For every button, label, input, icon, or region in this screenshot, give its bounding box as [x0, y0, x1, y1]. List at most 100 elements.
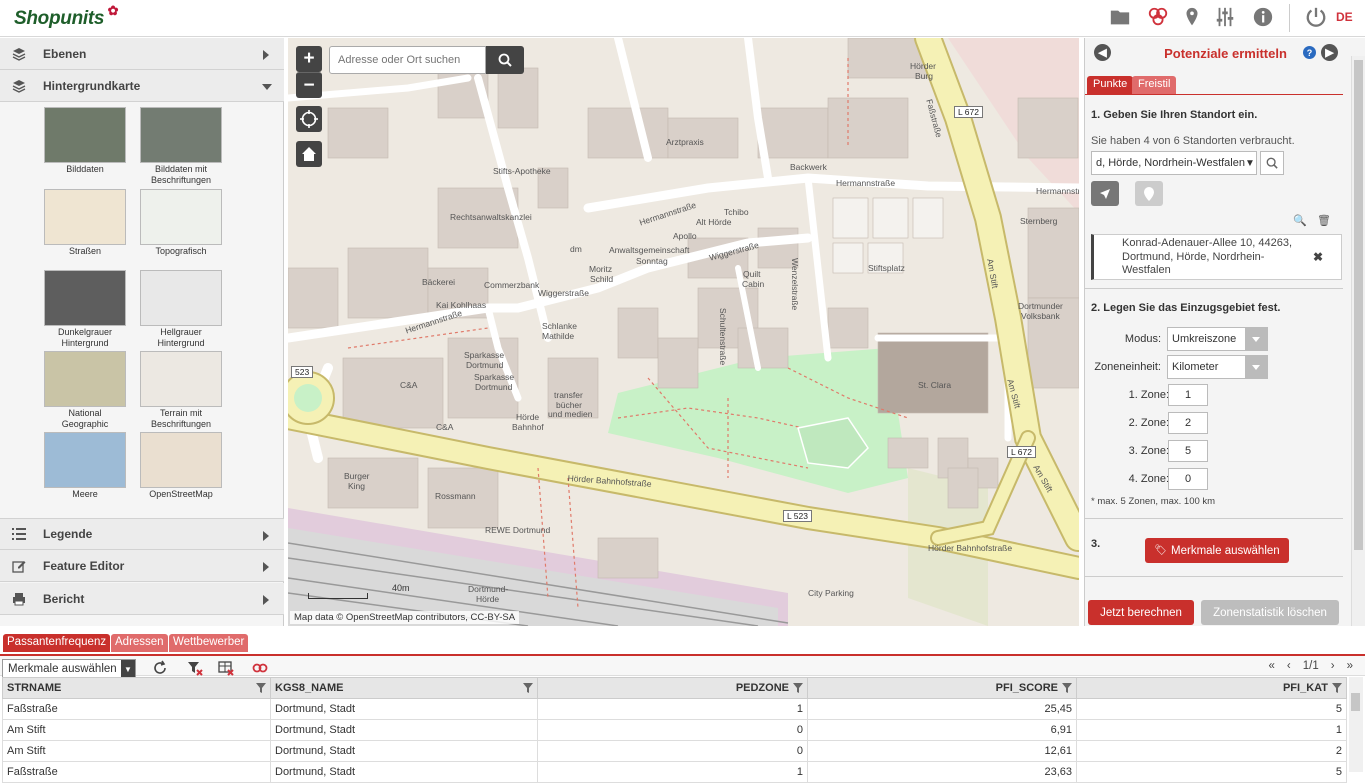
- zoneneinheit-select[interactable]: Kilometer: [1167, 355, 1268, 379]
- tag-icon: 🏷: [1154, 545, 1168, 556]
- tab-wettbewerber[interactable]: Wettbewerber: [169, 634, 249, 652]
- map-label: C&A: [400, 380, 418, 390]
- filter-icon[interactable]: [793, 683, 803, 693]
- info-icon[interactable]: [1250, 4, 1276, 30]
- help-icon[interactable]: ?: [1303, 46, 1316, 59]
- tab-passantenfrequenz[interactable]: Passantenfrequenz: [3, 634, 111, 652]
- refresh-icon[interactable]: [153, 660, 169, 676]
- filter-icon[interactable]: [256, 683, 266, 693]
- accordion-hintergrundkarte[interactable]: Hintergrundkarte: [0, 70, 284, 102]
- zone-input[interactable]: 2: [1168, 412, 1208, 434]
- forward-arrow-icon[interactable]: ▶: [1321, 44, 1338, 61]
- zoom-out-button[interactable]: −: [296, 72, 322, 98]
- accordion-hintergrundkarte-label: Hintergrundkarte: [43, 78, 141, 93]
- table-cell: Am Stift: [2, 719, 271, 741]
- first-page-icon[interactable]: «: [1269, 660, 1275, 672]
- power-icon[interactable]: [1303, 4, 1329, 30]
- column-header[interactable]: PEDZONE: [537, 677, 808, 699]
- filter-icon[interactable]: [1332, 683, 1342, 693]
- zoneneinheit-value: Kilometer: [1172, 361, 1219, 373]
- accordion-ebenen[interactable]: Ebenen: [0, 38, 284, 70]
- map-label: Quilt: [743, 269, 761, 279]
- basemap-option[interactable]: Topografisch: [140, 189, 222, 257]
- table-cell: 12,61: [807, 740, 1077, 762]
- basemap-option[interactable]: Hellgrauer Hintergrund: [140, 270, 222, 348]
- map-label: Apollo: [673, 231, 697, 241]
- map-label: Wenzelstraße: [790, 258, 800, 311]
- locate-button[interactable]: [296, 106, 322, 132]
- table-scrollbar[interactable]: [1349, 677, 1363, 772]
- zone-input[interactable]: 0: [1168, 468, 1208, 490]
- basemap-option[interactable]: Meere: [44, 432, 126, 500]
- trash-icon[interactable]: 🗑: [1317, 214, 1331, 227]
- map-label: 523: [291, 366, 314, 378]
- map-label: Rechtsanwaltskanzlei: [450, 212, 532, 222]
- basemap-option[interactable]: Straßen: [44, 189, 126, 257]
- basemap-option[interactable]: Bilddaten: [44, 107, 126, 175]
- zoom-in-button[interactable]: +: [296, 46, 322, 72]
- zoom-to-icon[interactable]: 🔍: [1293, 214, 1307, 227]
- right-panel-scrollbar[interactable]: [1351, 56, 1365, 626]
- modus-select[interactable]: Umkreiszone: [1167, 327, 1268, 351]
- usage-text: Sie haben 4 von 6 Standorten verbraucht.: [1091, 135, 1295, 147]
- navigate-button[interactable]: [1091, 181, 1119, 206]
- location-search-button[interactable]: [1260, 151, 1284, 175]
- clear-zone-stats-button[interactable]: Zonenstatistik löschen: [1201, 600, 1339, 625]
- remove-address-icon[interactable]: ✖: [1313, 250, 1323, 264]
- table-row[interactable]: Am Stift Dortmund, Stadt 0 12,61 2: [2, 740, 1347, 762]
- basemap-option[interactable]: Terrain mit Beschriftungen: [140, 351, 222, 429]
- folder-icon[interactable]: [1107, 4, 1133, 30]
- accordion-feature-editor[interactable]: Feature Editor: [0, 550, 284, 582]
- merkmale-button[interactable]: 🏷 Merkmale auswählen: [1145, 538, 1289, 563]
- table-row[interactable]: Faßstraße Dortmund, Stadt 1 25,45 5: [2, 698, 1347, 720]
- last-page-icon[interactable]: »: [1347, 660, 1353, 672]
- location-pin-icon[interactable]: [1179, 4, 1205, 30]
- column-header[interactable]: STRNAME: [2, 677, 271, 699]
- filter-icon[interactable]: [523, 683, 533, 693]
- clear-table-icon[interactable]: [218, 660, 234, 676]
- basemap-option[interactable]: National Geographic: [44, 351, 126, 429]
- language-switch[interactable]: DE: [1336, 10, 1353, 24]
- column-header[interactable]: KGS8_NAME: [270, 677, 538, 699]
- basemap-option[interactable]: Dunkelgrauer Hintergrund: [44, 270, 126, 348]
- next-page-icon[interactable]: ›: [1331, 660, 1335, 672]
- pin-button[interactable]: [1135, 181, 1163, 206]
- column-header[interactable]: PFI_SCORE: [807, 677, 1077, 699]
- tab-adressen[interactable]: Adressen: [111, 634, 168, 652]
- map-label: Dortmund: [466, 360, 504, 370]
- map-label: Sparkasse: [474, 372, 515, 382]
- calculate-button[interactable]: Jetzt berechnen: [1088, 600, 1194, 625]
- location-input[interactable]: d, Hörde, Nordrhein-Westfalen: [1091, 151, 1257, 175]
- sliders-icon[interactable]: [1212, 4, 1238, 30]
- right-panel: Potenziale ermitteln ◀ ? ▶ Punkte Freist…: [1084, 38, 1365, 626]
- basemap-thumbnail: [140, 432, 222, 488]
- clear-filter-icon[interactable]: [187, 660, 203, 676]
- link-icon[interactable]: [252, 660, 268, 676]
- scrollbar-thumb[interactable]: [1354, 60, 1363, 550]
- prev-page-icon[interactable]: ‹: [1287, 660, 1291, 672]
- zone-input[interactable]: 1: [1168, 384, 1208, 406]
- table-row[interactable]: Am Stift Dortmund, Stadt 0 6,91 1: [2, 719, 1347, 741]
- accordion-bericht[interactable]: Bericht: [0, 583, 284, 615]
- map-search-input[interactable]: [329, 46, 486, 74]
- home-button[interactable]: [296, 141, 322, 167]
- merkmale-button-label: Merkmale auswählen: [1171, 544, 1280, 557]
- scrollbar-thumb[interactable]: [1351, 693, 1360, 711]
- map-search-button[interactable]: [486, 46, 524, 74]
- caret-down-icon[interactable]: ▼: [1243, 151, 1257, 175]
- hexagon-nodes-icon[interactable]: [1145, 4, 1171, 30]
- tab-punkte[interactable]: Punkte: [1087, 76, 1134, 94]
- table-row[interactable]: Faßstraße Dortmund, Stadt 1 23,63 5: [2, 761, 1347, 783]
- accordion-legende[interactable]: Legende: [0, 518, 284, 550]
- merkmale-select[interactable]: Merkmale auswählen ▼: [2, 659, 136, 679]
- basemap-option[interactable]: OpenStreetMap: [140, 432, 222, 500]
- tab-freistil[interactable]: Freistil: [1132, 76, 1177, 94]
- table-cell: Faßstraße: [2, 698, 271, 720]
- map-view[interactable]: HermannstraßeHermannstraßeHermannstraßeH…: [288, 38, 1079, 626]
- basemap-option[interactable]: Bilddaten mit Beschriftungen: [140, 107, 222, 185]
- zone-input[interactable]: 5: [1168, 440, 1208, 462]
- zone-label: 3. Zone:: [1128, 445, 1169, 457]
- column-header[interactable]: PFI_KAT: [1076, 677, 1347, 699]
- filter-icon[interactable]: [1062, 683, 1072, 693]
- back-arrow-icon[interactable]: ◀: [1094, 44, 1111, 61]
